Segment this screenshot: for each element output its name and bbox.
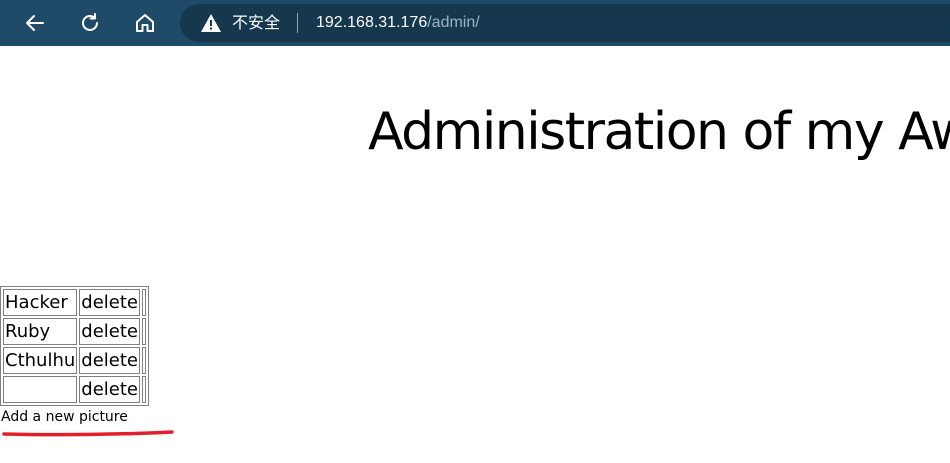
url-host: 192.168.31.176 <box>316 14 428 31</box>
delete-link[interactable]: delete <box>81 350 138 371</box>
warning-icon[interactable] <box>200 13 222 33</box>
add-picture-link[interactable]: Add a new picture <box>1 408 128 426</box>
table-row: Ruby delete <box>3 318 146 345</box>
red-underline-annotation <box>2 430 174 437</box>
delete-cell: delete <box>79 376 140 403</box>
reload-icon <box>82 13 98 31</box>
pictures-table: Hacker delete Ruby delete Cthulhu delete… <box>0 286 149 406</box>
security-status-label[interactable]: 不安全 <box>232 13 280 33</box>
delete-link[interactable]: delete <box>81 321 138 342</box>
back-arrow-icon <box>26 15 44 31</box>
table-row: Hacker delete <box>3 289 146 316</box>
delete-link[interactable]: delete <box>81 379 138 400</box>
picture-cell <box>141 347 146 374</box>
picture-name <box>3 376 78 403</box>
url-path: /admin/ <box>427 14 480 31</box>
delete-cell: delete <box>79 347 140 374</box>
browser-toolbar: 不安全 192.168.31.176/admin/ <box>0 0 950 46</box>
page-content: Administration of my Awesome Photos Hack… <box>0 46 950 463</box>
back-button[interactable] <box>21 9 49 37</box>
delete-cell: delete <box>79 289 140 316</box>
picture-cell <box>141 376 146 403</box>
picture-name: Hacker <box>3 289 78 316</box>
delete-cell: delete <box>79 318 140 345</box>
omnibox-divider <box>297 13 298 33</box>
delete-link[interactable]: delete <box>81 292 138 313</box>
home-icon <box>136 14 154 32</box>
picture-cell <box>141 318 146 345</box>
picture-name: Cthulhu <box>3 347 78 374</box>
url-text[interactable]: 192.168.31.176/admin/ <box>316 13 480 33</box>
table-row: delete <box>3 376 146 403</box>
picture-cell <box>141 289 146 316</box>
picture-name: Ruby <box>3 318 78 345</box>
address-bar[interactable]: 不安全 192.168.31.176/admin/ <box>180 4 950 42</box>
home-button[interactable] <box>131 9 159 37</box>
table-row: Cthulhu delete <box>3 347 146 374</box>
page-title: Administration of my Awesome Photos <box>368 102 950 162</box>
reload-button[interactable] <box>76 9 104 37</box>
